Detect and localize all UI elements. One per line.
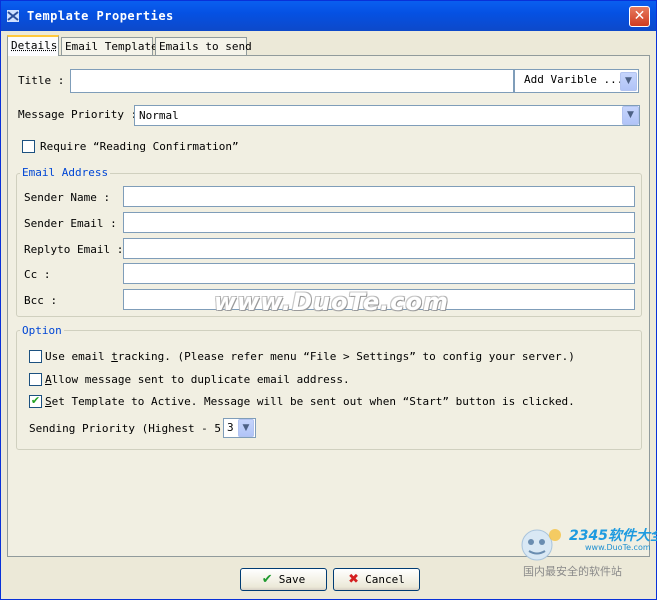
reading-confirmation-label: Require “Reading Confirmation” — [40, 140, 239, 153]
details-panel: Title : Add Varible ... ▼ Message Priori… — [7, 55, 650, 557]
title-label: Title : — [18, 74, 65, 87]
sending-priority-label: Sending Priority (Highest - 5) : — [29, 422, 241, 435]
email-address-legend: Email Address — [20, 166, 111, 179]
save-button[interactable]: ✔ Save — [240, 568, 327, 591]
add-variable-label: Add Varible ... — [524, 73, 624, 86]
chevron-down-icon: ▼ — [242, 423, 250, 433]
allow-duplicates-label: Allow message sent to duplicate email ad… — [45, 373, 350, 386]
reading-confirmation-checkbox[interactable] — [22, 140, 35, 153]
set-active-checkbox[interactable]: ✔ — [29, 395, 42, 408]
cc-label: Cc : — [24, 268, 51, 281]
title-input[interactable] — [70, 69, 514, 93]
checkmark-icon: ✔ — [30, 394, 41, 407]
app-icon — [7, 10, 19, 22]
cc-input[interactable] — [123, 263, 635, 284]
sending-priority-dropdown[interactable]: ▼ — [238, 419, 254, 437]
replyto-email-input[interactable] — [123, 238, 635, 259]
corner-watermark-logo: 2345软件大全 www.DuoTe.com 国内最安全的软件站 — [515, 521, 657, 581]
sending-priority-value: 3 — [227, 421, 234, 434]
priority-label: Message Priority : — [18, 108, 138, 121]
message-priority-select[interactable]: Normal — [134, 105, 640, 126]
tab-email-template[interactable]: Email Template — [61, 37, 158, 55]
set-active-label: Set Template to Active. Message will be … — [45, 395, 575, 408]
chevron-down-icon: ▼ — [625, 76, 632, 86]
template-properties-window: Template Properties ✕ Details Email Temp… — [0, 0, 657, 600]
cancel-button[interactable]: ✖ Cancel — [333, 568, 420, 591]
sender-email-label: Sender Email : — [24, 217, 117, 230]
message-priority-value: Normal — [139, 109, 179, 122]
bcc-label: Bcc : — [24, 294, 58, 307]
close-button[interactable]: ✕ — [629, 6, 650, 27]
corner-logo-tag: 国内最安全的软件站 — [523, 565, 622, 578]
sender-email-input[interactable] — [123, 212, 635, 233]
window-title: Template Properties — [27, 9, 174, 23]
title-bar[interactable]: Template Properties ✕ — [1, 1, 656, 31]
cross-icon: ✖ — [348, 572, 360, 587]
chevron-down-icon: ▼ — [627, 110, 634, 120]
sender-name-input[interactable] — [123, 186, 635, 207]
corner-logo-number: 2345软件大全 — [569, 528, 657, 544]
tab-emails-to-send[interactable]: Emails to send — [155, 37, 252, 55]
corner-logo-site: www.DuoTe.com — [585, 543, 651, 552]
close-icon: ✕ — [633, 8, 646, 24]
option-legend: Option — [20, 324, 64, 337]
add-variable-dropdown[interactable]: ▼ — [620, 72, 637, 91]
message-priority-dropdown[interactable]: ▼ — [622, 106, 639, 125]
checkmark-icon: ✔ — [261, 572, 273, 587]
replyto-email-label: Replyto Email : — [24, 243, 124, 256]
sender-name-label: Sender Name : — [24, 191, 111, 204]
mascot-icon — [521, 529, 561, 561]
tab-details[interactable]: Details — [7, 35, 59, 56]
email-tracking-checkbox[interactable] — [29, 350, 42, 363]
email-tracking-label: Use email tracking. (Please refer menu “… — [45, 350, 575, 363]
watermark: www.DuoTe.com — [214, 288, 449, 316]
allow-duplicates-checkbox[interactable] — [29, 373, 42, 386]
